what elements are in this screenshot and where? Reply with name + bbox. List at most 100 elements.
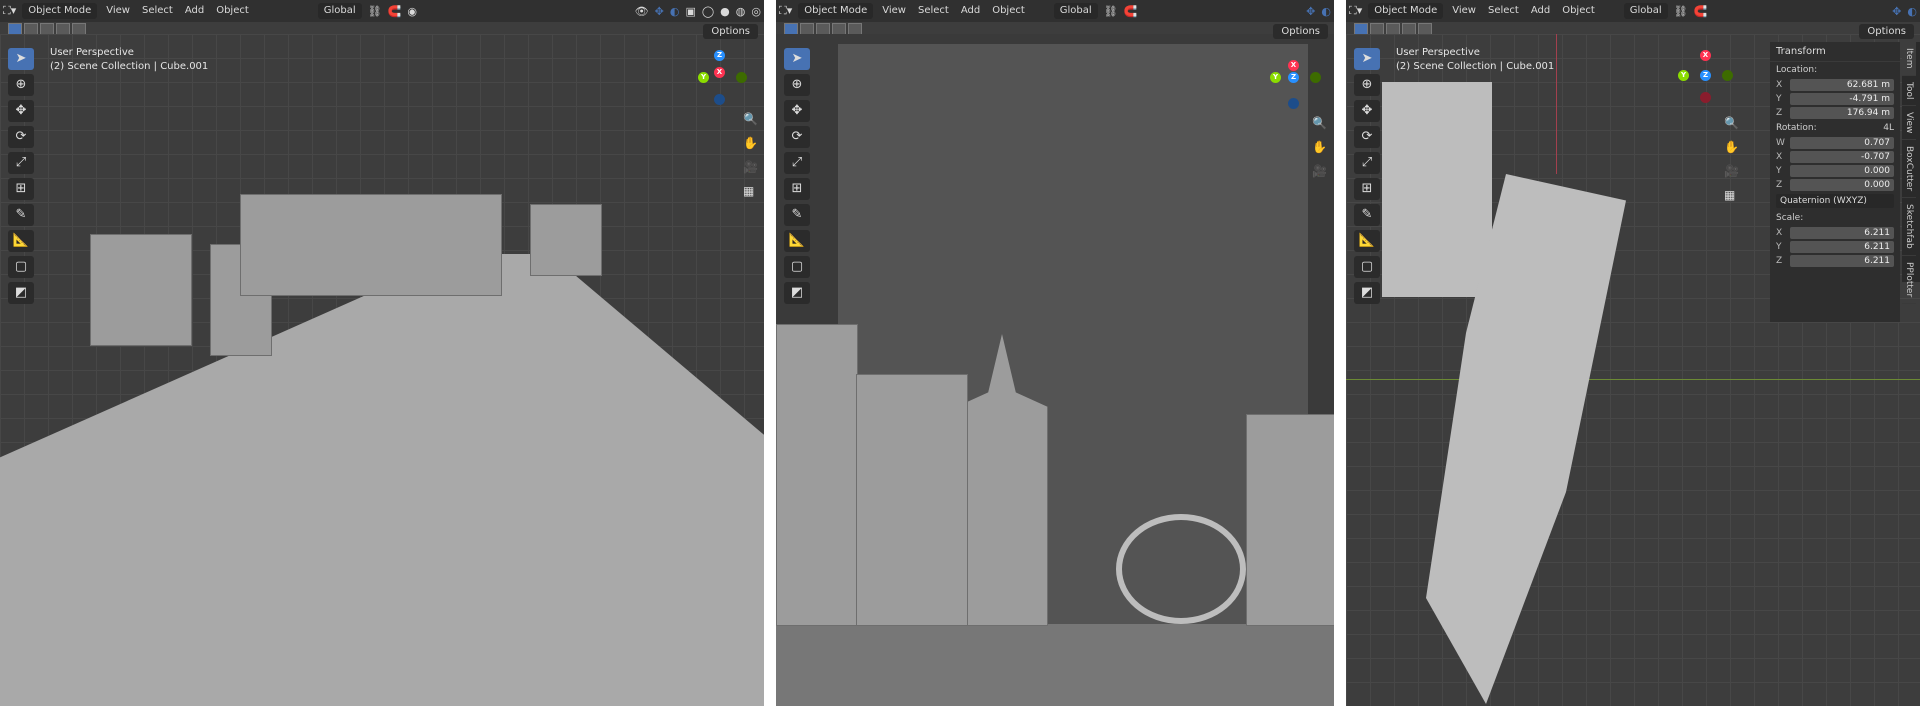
- scale-y-field[interactable]: 6.211: [1790, 241, 1894, 253]
- menu-view[interactable]: View: [1446, 0, 1482, 22]
- annotate-tool-icon[interactable]: ✎: [1354, 204, 1380, 226]
- menu-view[interactable]: View: [876, 0, 912, 22]
- rotation-y-field[interactable]: 0.000: [1790, 165, 1894, 177]
- gizmo-y-axis[interactable]: Y: [1270, 72, 1281, 83]
- rotation-w-field[interactable]: 0.707: [1790, 137, 1894, 149]
- ortho-grid-icon[interactable]: ▦: [743, 184, 754, 198]
- menu-select[interactable]: Select: [136, 0, 179, 22]
- rotate-tool-icon[interactable]: ⟳: [784, 126, 810, 148]
- menu-object[interactable]: Object: [986, 0, 1031, 22]
- tab-view[interactable]: View: [1902, 106, 1916, 141]
- gizmo-neg-y[interactable]: [1310, 72, 1321, 83]
- gizmo-x-axis[interactable]: X: [1288, 60, 1299, 71]
- shading-wire-icon[interactable]: ◯: [702, 5, 714, 18]
- ortho-grid-icon[interactable]: ▦: [1724, 188, 1735, 202]
- gizmo-toggle-icon[interactable]: ✥: [1892, 5, 1901, 18]
- select-tool-icon[interactable]: ➤: [784, 48, 810, 70]
- gizmo-y-axis[interactable]: Y: [698, 72, 709, 83]
- location-x-field[interactable]: 62.681 m: [1790, 79, 1894, 91]
- measure-tool-icon[interactable]: 📐: [8, 230, 34, 252]
- editor-type-icon[interactable]: ⛶▾: [3, 4, 16, 18]
- transform-orientation-dropdown[interactable]: Global: [1053, 3, 1098, 19]
- rotation-mode-dropdown[interactable]: Quaternion (WXYZ): [1776, 194, 1894, 208]
- gizmo-z-axis[interactable]: Z: [714, 50, 725, 61]
- editor-type-icon[interactable]: ⛶▾: [1349, 4, 1362, 18]
- zoom-icon[interactable]: 🔍: [743, 112, 758, 126]
- scale-tool-icon[interactable]: ⤢: [8, 152, 34, 174]
- menu-add[interactable]: Add: [955, 0, 986, 22]
- snap-icon[interactable]: 🧲: [1694, 5, 1708, 18]
- menu-select[interactable]: Select: [1482, 0, 1525, 22]
- options-button[interactable]: Options: [703, 24, 758, 39]
- tab-boxcutter[interactable]: BoxCutter: [1902, 140, 1916, 199]
- location-z-field[interactable]: 176.94 m: [1790, 107, 1894, 119]
- overlay-icon[interactable]: ◐: [1907, 5, 1917, 18]
- gizmo-neg-z[interactable]: [714, 94, 725, 105]
- camera-icon[interactable]: 🎥: [1312, 164, 1327, 178]
- gizmo-z-axis[interactable]: Z: [1288, 72, 1299, 83]
- shading-solid-icon[interactable]: ●: [720, 5, 730, 18]
- scale-tool-icon[interactable]: ⤢: [784, 152, 810, 174]
- shading-render-icon[interactable]: ◎: [751, 5, 761, 18]
- mode-dropdown[interactable]: Object Mode: [1368, 3, 1444, 19]
- mode-dropdown[interactable]: Object Mode: [22, 3, 98, 19]
- add-cube-tool-icon[interactable]: ▢: [784, 256, 810, 278]
- gizmo-neg-x[interactable]: [1700, 92, 1711, 103]
- gizmo-neg-z[interactable]: [1288, 98, 1299, 109]
- transform-orientation-dropdown[interactable]: Global: [317, 3, 362, 19]
- rotate-tool-icon[interactable]: ⟳: [8, 126, 34, 148]
- cursor-tool-icon[interactable]: ⊕: [784, 74, 810, 96]
- menu-object[interactable]: Object: [210, 0, 255, 22]
- nav-gizmo[interactable]: Z Y X: [690, 50, 750, 110]
- gizmo-x-axis[interactable]: X: [714, 67, 725, 78]
- overlay-icon[interactable]: ◐: [1321, 5, 1331, 18]
- add-cube-tool-icon[interactable]: ▢: [1354, 256, 1380, 278]
- menu-object[interactable]: Object: [1556, 0, 1601, 22]
- nav-gizmo[interactable]: X Y Z: [1676, 50, 1736, 110]
- boxcutter-tool-icon[interactable]: ◩: [8, 282, 34, 304]
- transform-tool-icon[interactable]: ⊞: [784, 178, 810, 200]
- scale-x-field[interactable]: 6.211: [1790, 227, 1894, 239]
- select-tool-icon[interactable]: ➤: [1354, 48, 1380, 70]
- gizmo-x-axis[interactable]: X: [1700, 50, 1711, 61]
- options-button[interactable]: Options: [1859, 24, 1914, 39]
- add-cube-tool-icon[interactable]: ▢: [8, 256, 34, 278]
- rotation-z-field[interactable]: 0.000: [1790, 179, 1894, 191]
- overlay-icon[interactable]: ◐: [670, 5, 680, 18]
- pan-hand-icon[interactable]: ✋: [1312, 140, 1327, 154]
- pivot-icon[interactable]: ⛓: [1674, 5, 1688, 18]
- move-tool-icon[interactable]: ✥: [784, 100, 810, 122]
- scale-z-field[interactable]: 6.211: [1790, 255, 1894, 267]
- pan-hand-icon[interactable]: ✋: [743, 136, 758, 150]
- xray-icon[interactable]: ▣: [685, 5, 695, 18]
- cursor-tool-icon[interactable]: ⊕: [8, 74, 34, 96]
- 3d-viewport[interactable]: [776, 34, 1334, 706]
- nav-gizmo[interactable]: Y Z X: [1264, 58, 1324, 118]
- gizmo-toggle-icon[interactable]: ✥: [655, 5, 664, 18]
- transform-tool-icon[interactable]: ⊞: [8, 178, 34, 200]
- measure-tool-icon[interactable]: 📐: [784, 230, 810, 252]
- pivot-icon[interactable]: ⛓: [1104, 5, 1118, 18]
- options-button[interactable]: Options: [1273, 24, 1328, 39]
- pivot-icon[interactable]: ⛓: [368, 5, 382, 18]
- gizmo-neg-y[interactable]: [1722, 70, 1733, 81]
- location-y-field[interactable]: -4.791 m: [1790, 93, 1894, 105]
- measure-tool-icon[interactable]: 📐: [1354, 230, 1380, 252]
- annotate-tool-icon[interactable]: ✎: [784, 204, 810, 226]
- move-tool-icon[interactable]: ✥: [1354, 100, 1380, 122]
- gizmo-neg-y[interactable]: [736, 72, 747, 83]
- menu-view[interactable]: View: [100, 0, 136, 22]
- gizmo-y-axis[interactable]: Y: [1678, 70, 1689, 81]
- scale-tool-icon[interactable]: ⤢: [1354, 152, 1380, 174]
- tab-item[interactable]: Item: [1902, 42, 1916, 76]
- tab-pplotter[interactable]: PPlotter: [1902, 256, 1916, 305]
- zoom-icon[interactable]: 🔍: [1312, 116, 1327, 130]
- tab-sketchfab[interactable]: Sketchfab: [1902, 198, 1916, 257]
- rotate-tool-icon[interactable]: ⟳: [1354, 126, 1380, 148]
- tab-tool[interactable]: Tool: [1902, 76, 1916, 106]
- boxcutter-tool-icon[interactable]: ◩: [1354, 282, 1380, 304]
- menu-add[interactable]: Add: [1525, 0, 1556, 22]
- annotate-tool-icon[interactable]: ✎: [8, 204, 34, 226]
- camera-icon[interactable]: 🎥: [743, 160, 758, 174]
- transform-tool-icon[interactable]: ⊞: [1354, 178, 1380, 200]
